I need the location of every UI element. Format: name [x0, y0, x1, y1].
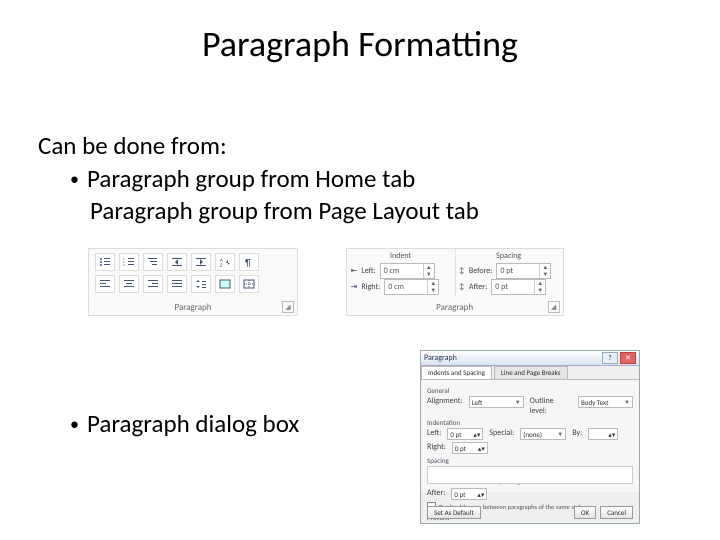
svg-text:¶: ¶ [245, 257, 251, 267]
ok-button[interactable]: OK [574, 506, 596, 519]
dlg-left-value: 0 pt [450, 430, 461, 439]
numbering-button[interactable]: 123 [119, 253, 139, 271]
dlg-right-label: Right: [427, 442, 446, 454]
spacing-before-value: 0 pt [497, 266, 539, 276]
indent-right-icon: ⇥ [351, 282, 358, 292]
dlg-left-label: Left: [427, 428, 441, 440]
sort-button[interactable]: AZ [215, 253, 235, 271]
spacing-after-icon: ↕ [459, 282, 465, 292]
alignment-value: Left [472, 398, 483, 407]
home-dialog-launcher[interactable]: ◢ [282, 301, 294, 313]
indent-left-label: Left: [361, 266, 375, 276]
spacing-before-spinner[interactable]: 0 pt▲▼ [496, 263, 551, 279]
preview-box [427, 466, 633, 484]
dlg-after-label: After: [427, 488, 445, 500]
tab-line-page-breaks[interactable]: Line and Page Breaks [494, 366, 568, 379]
alignment-combo[interactable]: Left ▼ [469, 396, 524, 408]
bullet-dot-icon: • [70, 413, 79, 435]
spacing-section: Spacing [427, 456, 633, 465]
indent-left-spinner[interactable]: 0 cm▲▼ [380, 263, 435, 279]
layout-group-caption: Paragraph [347, 302, 563, 313]
down-arrow-icon[interactable]: ▼ [535, 287, 545, 294]
dlg-left-spinner[interactable]: 0 pt▴▾ [447, 428, 483, 440]
justify-button[interactable] [167, 275, 187, 293]
dlg-by-spinner[interactable]: ▴▾ [588, 428, 618, 440]
bullet-page-layout-tab: Paragraph group from Page Layout tab [90, 195, 688, 226]
increase-indent-button[interactable] [191, 253, 211, 271]
spacing-after-spinner[interactable]: 0 pt▲▼ [491, 279, 546, 295]
spacing-after-label: After: [469, 282, 487, 292]
dlg-after-spinner[interactable]: 0 pt▴▾ [451, 488, 487, 500]
bullet-home-tab-text: Paragraph group from Home tab [87, 163, 415, 194]
set-default-button[interactable]: Set As Default [427, 506, 481, 519]
dlg-special-label: Special: [489, 428, 514, 440]
align-right-button[interactable] [143, 275, 163, 293]
outline-combo[interactable]: Body Text ▼ [578, 396, 633, 408]
decrease-indent-button[interactable] [167, 253, 187, 271]
chevron-down-icon: ▼ [624, 398, 630, 406]
intro-line: Can be done from: [38, 130, 688, 161]
home-paragraph-group: 123 AZ ¶ Paragraph ◢ [88, 248, 298, 316]
bullets-button[interactable] [95, 253, 115, 271]
bullet-dialog-box: • Paragraph dialog box [70, 408, 299, 439]
dlg-special-value: (none) [523, 430, 542, 439]
dlg-right-spinner[interactable]: 0 pt▴▾ [452, 442, 488, 454]
indent-right-value: 0 cm [385, 282, 427, 292]
dlg-by-label: By: [572, 428, 582, 440]
paragraph-dialog: Paragraph ? ✕ Indents and Spacing Line a… [420, 350, 640, 524]
spacing-after-value: 0 pt [492, 282, 534, 292]
align-center-button[interactable] [119, 275, 139, 293]
down-arrow-icon[interactable]: ▼ [428, 287, 438, 294]
layout-dialog-launcher[interactable]: ◢ [548, 301, 560, 313]
home-group-caption: Paragraph [89, 302, 297, 313]
svg-text:3: 3 [123, 263, 125, 267]
outline-value: Body Text [581, 398, 609, 407]
indent-right-spinner[interactable]: 0 cm▲▼ [384, 279, 439, 295]
tab-indents-spacing[interactable]: Indents and Spacing [421, 366, 492, 379]
spacing-before-icon: ↕ [459, 266, 465, 276]
alignment-label: Alignment: [427, 396, 463, 416]
shading-button[interactable] [215, 275, 235, 293]
cancel-button[interactable]: Cancel [600, 506, 633, 519]
chevron-down-icon: ▼ [515, 398, 521, 406]
indent-header: Indent [347, 251, 455, 261]
dlg-right-value: 0 pt [455, 444, 466, 453]
dialog-title: Paragraph [424, 353, 457, 363]
outline-label: Outline level: [530, 396, 572, 416]
bullet-home-tab: • Paragraph group from Home tab [70, 163, 688, 194]
dialog-titlebar: Paragraph ? ✕ [421, 351, 639, 366]
show-hide-button[interactable]: ¶ [239, 253, 259, 271]
down-arrow-icon[interactable]: ▼ [540, 271, 550, 278]
indent-left-icon: ⇤ [351, 266, 358, 276]
indent-left-value: 0 cm [381, 266, 423, 276]
down-arrow-icon[interactable]: ▼ [424, 271, 434, 278]
close-button[interactable]: ✕ [620, 352, 636, 364]
spacing-before-label: Before: [469, 266, 493, 276]
slide-body: Can be done from: • Paragraph group from … [38, 130, 688, 226]
line-spacing-button[interactable] [191, 275, 211, 293]
multilevel-list-button[interactable] [143, 253, 163, 271]
help-button[interactable]: ? [602, 352, 618, 364]
bullet-dot-icon: • [70, 168, 79, 190]
dlg-after-value: 0 pt [454, 490, 465, 499]
align-left-button[interactable] [95, 275, 115, 293]
borders-button[interactable] [239, 275, 259, 293]
indent-right-label: Right: [361, 282, 380, 292]
bullet-dialog-box-text: Paragraph dialog box [87, 408, 299, 439]
spacing-header: Spacing [455, 251, 563, 261]
dlg-special-combo[interactable]: (none) ▼ [520, 428, 566, 440]
chevron-down-icon: ▼ [557, 430, 563, 438]
slide-title: Paragraph Formatting [0, 22, 720, 66]
general-section: General [427, 386, 633, 395]
layout-paragraph-group: Indent ⇤ Left: 0 cm▲▼ ⇥ Right: 0 cm▲▼ Sp… [346, 248, 564, 316]
indentation-section: Indentation [427, 418, 633, 427]
